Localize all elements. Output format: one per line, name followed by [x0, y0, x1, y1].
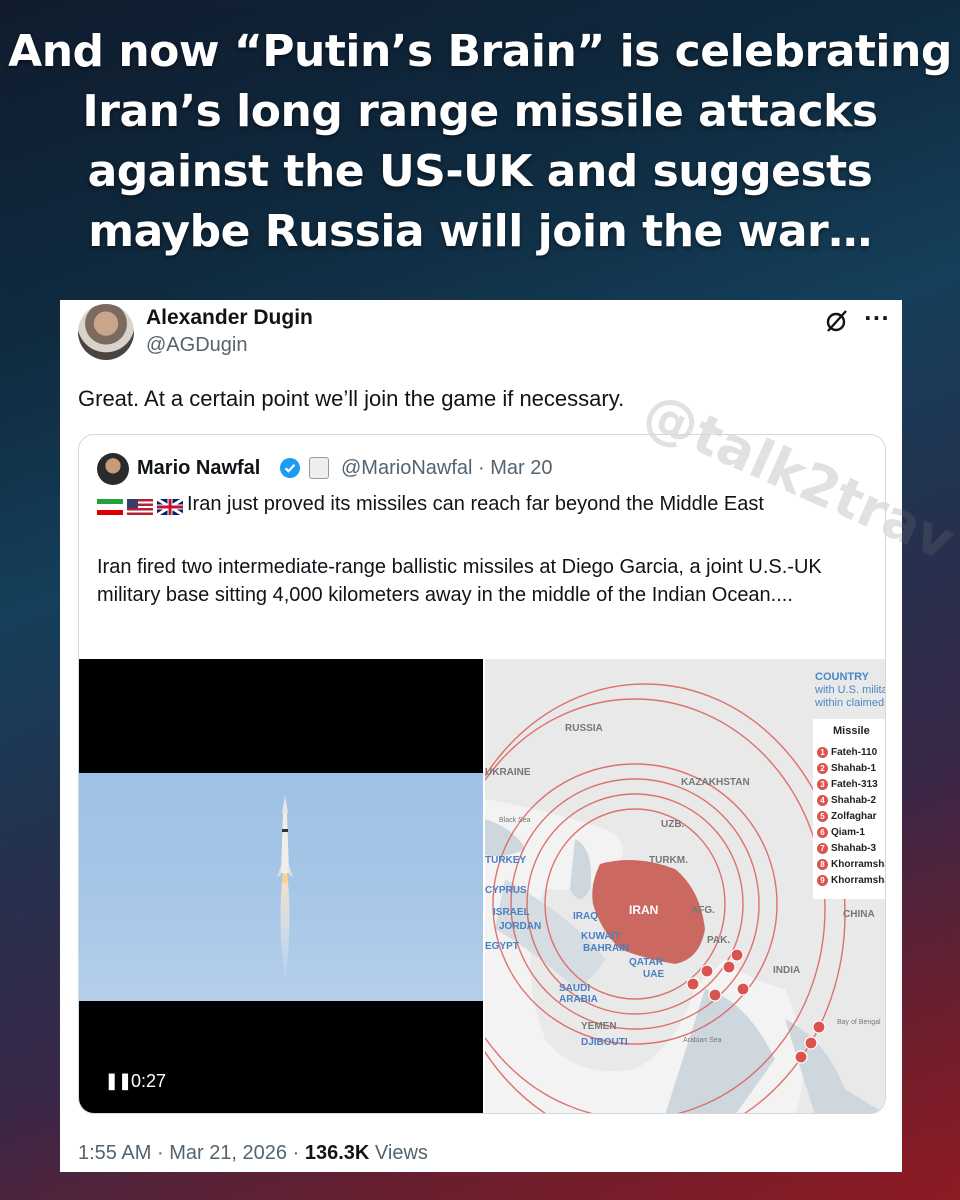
grok-icon[interactable] [824, 308, 850, 334]
legend-item: 4 Shahab-2 [817, 795, 876, 806]
flags-icon [97, 497, 183, 517]
legend-country: COUNTRY with U.S. milita within claimed [815, 671, 886, 710]
author-handle[interactable]: @AGDugin [146, 334, 247, 357]
map-label-yemen: YEMEN [581, 1021, 617, 1032]
author-name[interactable]: Alexander Dugin [146, 306, 313, 330]
map-label-pak: PAK. [707, 935, 731, 946]
legend-item: 1 Fateh-110 [817, 747, 877, 758]
separator: · [292, 1142, 300, 1164]
map-label-uae: UAE [643, 969, 665, 980]
map-label-india: INDIA [773, 965, 801, 976]
legend-country-sub: with U.S. milita within claimed [815, 684, 886, 709]
map-label-kuwait: KUWAIT [581, 931, 621, 942]
legend-item: 6 Qiam-1 [817, 827, 865, 838]
legend-item: 8 Khorramsha [817, 859, 885, 870]
map-label-kazakhstan: KAZAKHSTAN [681, 777, 750, 788]
map-label-iraq: IRAQ [573, 911, 598, 922]
map-label-saudi: SAUDI ARABIA [559, 983, 598, 1005]
map-label-qatar: QATAR [629, 957, 664, 968]
affiliate-badge-icon [309, 457, 329, 479]
quoted-avatar[interactable] [97, 453, 129, 485]
more-options-icon[interactable]: ··· [864, 306, 890, 330]
legend-item: 7 Shahab-3 [817, 843, 876, 854]
legend-item: 3 Fateh-313 [817, 779, 878, 790]
separator: · [156, 1142, 164, 1164]
missile-range-map[interactable]: COUNTRY with U.S. milita within claimed … [485, 659, 886, 1113]
map-label-bengal: Bay of Bengal [837, 1019, 881, 1026]
map-label-egypt: EGYPT [485, 941, 519, 952]
map-label-cyprus: CYPRUS [485, 885, 527, 896]
map-label-ukraine: UKRAINE [485, 767, 531, 778]
missile-legend: Missile 1 Fateh-110 2 Shahab-1 3 Fateh-313 … [813, 719, 885, 899]
map-label-blacksea: Black Sea [499, 817, 531, 824]
tweet-time[interactable]: 1:55 AM [78, 1142, 151, 1164]
map-label-russia: RUSSIA [565, 723, 603, 734]
pause-button[interactable]: ❚❚ [105, 1071, 132, 1091]
legend-title: Missile [833, 725, 870, 737]
views-label: Views [374, 1142, 428, 1164]
map-label-turkey: TURKEY [485, 855, 527, 866]
missile-image [277, 795, 293, 983]
legend-country-title: COUNTRY [815, 671, 869, 683]
map-label-djibouti: DJIBOUTI [581, 1037, 628, 1048]
tweet-card[interactable]: Alexander Dugin @AGDugin ··· @talk2trav … [60, 300, 960, 1172]
tweet-meta: 1:55 AM · Mar 21, 2026 · 136.3K Views [78, 1142, 428, 1165]
map-label-afg: AFG. [691, 905, 715, 916]
map-label-iran: IRAN [629, 903, 659, 917]
quoted-author-name[interactable]: Mario Nawfal [137, 457, 260, 480]
legend-item: 9 Khorramsha [817, 875, 885, 886]
map-label-bahrain: BAHRAIN [583, 943, 630, 954]
legend-item: 2 Shahab-1 [817, 763, 876, 774]
map-label-china: CHINA [843, 909, 875, 920]
map-label-uzb: UZB. [661, 819, 685, 830]
quoted-body: Iran fired two intermediate-range ballis… [97, 556, 822, 606]
tweet-date[interactable]: Mar 21, 2026 [169, 1142, 287, 1164]
map-label-arabian: Arabian Sea [683, 1037, 722, 1044]
quoted-handle-date[interactable]: @MarioNawfal · Mar 20 [341, 457, 552, 480]
video-player[interactable]: ❚❚ 0:27 [79, 659, 483, 1113]
views-count: 136.3K [304, 1142, 370, 1164]
tweet-text: Great. At a certain point we’ll join the… [78, 386, 625, 411]
map-label-turkm: TURKM. [649, 855, 688, 866]
quoted-first-line: Iran just proved its missiles can reach … [187, 493, 764, 515]
headline: And now “Putin’s Brain” is celebrating I… [8, 26, 952, 257]
map-label-jordan: JORDAN [499, 921, 542, 932]
quoted-tweet[interactable]: Mario Nawfal @MarioNawfal · Mar 20 Iran … [78, 434, 886, 1114]
legend-item: 5 Zolfaghar [817, 811, 877, 822]
avatar[interactable] [78, 304, 134, 360]
verified-badge-icon [280, 458, 300, 478]
map-label-israel: ISRAEL [493, 907, 530, 918]
video-time: 0:27 [131, 1071, 167, 1091]
